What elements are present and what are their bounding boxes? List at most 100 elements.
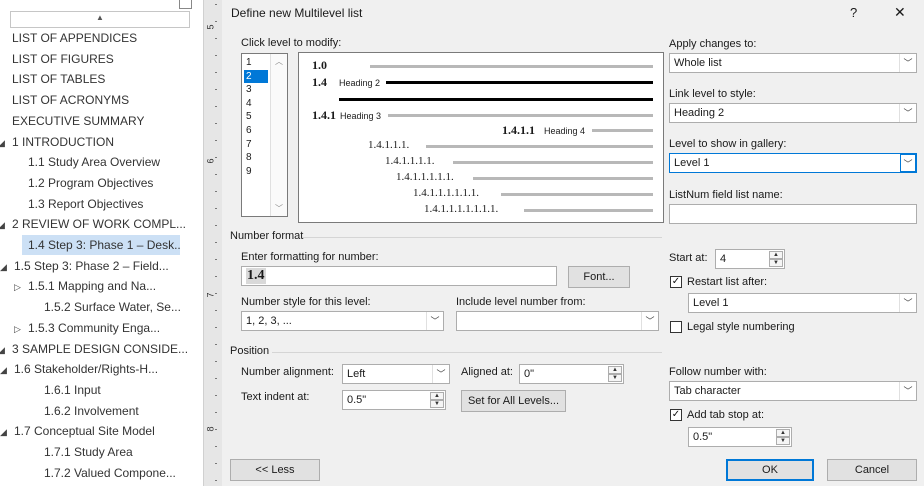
- nav-item[interactable]: LIST OF APPENDICES: [12, 28, 137, 48]
- nav-item[interactable]: 1.7.2 Valued Compone...: [44, 463, 176, 483]
- level-option[interactable]: 9: [244, 165, 268, 178]
- ok-button[interactable]: OK: [726, 459, 814, 481]
- nav-item[interactable]: LIST OF FIGURES: [12, 49, 114, 69]
- number-alignment-dropdown[interactable]: Left ﹀: [342, 364, 450, 384]
- nav-item[interactable]: 1.1 Study Area Overview: [28, 152, 160, 172]
- set-for-all-levels-button[interactable]: Set for All Levels...: [461, 390, 566, 412]
- level-option[interactable]: 2: [244, 69, 268, 83]
- scroll-down-icon[interactable]: ﹀: [271, 203, 287, 214]
- collapse-arrow-icon[interactable]: ▲: [11, 13, 189, 22]
- preview-level3-text: Heading 3: [340, 111, 382, 121]
- nav-item[interactable]: ◢ 3 SAMPLE DESIGN CONSIDE...: [0, 339, 188, 359]
- nav-item[interactable]: ◢ 1 INTRODUCTION: [0, 132, 114, 152]
- collapse-arrow-icon[interactable]: ◢: [0, 360, 14, 379]
- collapse-arrow-icon[interactable]: ◢: [0, 422, 14, 441]
- scroll-up-icon[interactable]: ︿: [271, 56, 287, 67]
- chevron-down-icon[interactable]: ﹀: [899, 294, 916, 312]
- nav-search-box[interactable]: ▲: [10, 11, 190, 28]
- chevron-down-icon[interactable]: ﹀: [900, 154, 916, 172]
- spin-up-icon[interactable]: ▲: [776, 429, 790, 437]
- chevron-down-icon[interactable]: ﹀: [641, 312, 658, 330]
- chevron-down-icon[interactable]: ﹀: [899, 382, 916, 400]
- preview-line: [388, 114, 653, 117]
- chevron-down-icon[interactable]: ﹀: [426, 312, 443, 330]
- nav-item-label: 1.1 Study Area Overview: [28, 155, 161, 170]
- level-option[interactable]: 7: [244, 138, 268, 151]
- chevron-down-icon[interactable]: ﹀: [432, 365, 449, 383]
- help-button[interactable]: ?: [850, 5, 857, 20]
- level-option[interactable]: 5: [244, 110, 268, 123]
- level-option[interactable]: 4: [244, 97, 268, 110]
- level-list[interactable]: 123456789 ︿ ﹀: [241, 53, 288, 217]
- tab-stop-spinner[interactable]: ▲ ▼: [776, 429, 790, 445]
- link-level-dropdown[interactable]: Heading 2 ﹀: [669, 103, 917, 123]
- number-style-dropdown[interactable]: 1, 2, 3, ... ﹀: [241, 311, 444, 331]
- nav-item[interactable]: ◢ 1.7 Conceptual Site Model: [0, 421, 155, 441]
- nav-item[interactable]: ◢ 1.6 Stakeholder/Rights-H...: [0, 359, 158, 379]
- restart-after-dropdown[interactable]: Level 1 ﹀: [688, 293, 917, 313]
- follow-number-dropdown[interactable]: Tab character ﹀: [669, 381, 917, 401]
- nav-item[interactable]: 1.7.1 Study Area: [44, 442, 133, 462]
- nav-item[interactable]: LIST OF ACRONYMS: [12, 90, 129, 110]
- level-option[interactable]: 6: [244, 124, 268, 137]
- nav-item[interactable]: 1.6.1 Input: [44, 380, 101, 400]
- spin-down-icon[interactable]: ▼: [776, 437, 790, 445]
- nav-item[interactable]: ◢ 2 REVIEW OF WORK COMPL...: [0, 214, 186, 234]
- number-style-label: Number style for this level:: [241, 296, 371, 308]
- nav-item[interactable]: ▷ 1.5.3 Community Enga...: [14, 318, 160, 338]
- link-level-label: Link level to style:: [669, 88, 756, 100]
- nav-item[interactable]: 1.5.2 Surface Water, Se...: [44, 297, 181, 317]
- spin-down-icon[interactable]: ▼: [608, 374, 622, 382]
- font-button[interactable]: Font...: [568, 266, 630, 288]
- level-option[interactable]: 3: [244, 83, 268, 96]
- nav-item-label: 1.5.1 Mapping and Na...: [28, 279, 157, 294]
- text-indent-spinner[interactable]: ▲ ▼: [430, 392, 444, 408]
- level-list-scrollbar[interactable]: ︿ ﹀: [270, 54, 287, 216]
- chevron-down-icon[interactable]: ﹀: [899, 104, 916, 122]
- text-indent-input[interactable]: 0.5" ▲ ▼: [342, 390, 446, 410]
- listnum-input[interactable]: [669, 204, 917, 224]
- collapse-arrow-icon[interactable]: ◢: [0, 133, 12, 152]
- preview-level6-number: 1.4.1.1.1.1.: [385, 155, 435, 167]
- pane-checkbox[interactable]: [179, 0, 192, 9]
- chevron-down-icon[interactable]: ﹀: [899, 54, 916, 72]
- apply-changes-dropdown[interactable]: Whole list ﹀: [669, 53, 917, 73]
- spin-down-icon[interactable]: ▼: [769, 259, 783, 267]
- tab-stop-input[interactable]: 0.5" ▲ ▼: [688, 427, 792, 447]
- spin-up-icon[interactable]: ▲: [769, 251, 783, 259]
- start-at-input[interactable]: 4 ▲ ▼: [715, 249, 785, 269]
- ruler-tick: [215, 293, 217, 294]
- include-level-dropdown[interactable]: ﹀: [456, 311, 659, 331]
- nav-item[interactable]: ▷ 1.5.1 Mapping and Na...: [14, 276, 156, 296]
- add-tab-stop-checkbox[interactable]: ✓: [670, 409, 682, 421]
- legal-style-checkbox[interactable]: [670, 321, 682, 333]
- level-option[interactable]: 1: [244, 56, 268, 69]
- nav-item[interactable]: 1.6.2 Involvement: [44, 401, 139, 421]
- nav-item[interactable]: LIST OF TABLES: [12, 69, 105, 89]
- number-format-input[interactable]: 1.4: [241, 266, 557, 286]
- aligned-at-input[interactable]: 0" ▲ ▼: [519, 364, 624, 384]
- nav-item[interactable]: 1.2 Program Objectives: [28, 173, 153, 193]
- expand-arrow-icon[interactable]: ▷: [14, 277, 28, 296]
- cancel-button[interactable]: Cancel: [827, 459, 917, 481]
- nav-item[interactable]: ◢ 1.5 Step 3: Phase 2 – Field...: [0, 256, 169, 276]
- preview-level2-text: Heading 2: [339, 78, 381, 88]
- nav-item[interactable]: 1.3 Report Objectives: [28, 194, 143, 214]
- nav-item[interactable]: 1.4 Step 3: Phase 1 – Desk...: [22, 235, 180, 255]
- restart-list-checkbox[interactable]: ✓: [670, 276, 682, 288]
- level-option[interactable]: 8: [244, 151, 268, 164]
- less-button[interactable]: << Less: [230, 459, 320, 481]
- gallery-level-dropdown[interactable]: Level 1 ﹀: [669, 153, 917, 173]
- spin-down-icon[interactable]: ▼: [430, 400, 444, 408]
- collapse-arrow-icon[interactable]: ◢: [0, 340, 12, 359]
- spin-up-icon[interactable]: ▲: [430, 392, 444, 400]
- aligned-at-spinner[interactable]: ▲ ▼: [608, 366, 622, 382]
- close-icon[interactable]: ✕: [894, 4, 906, 21]
- expand-arrow-icon[interactable]: ▷: [14, 319, 28, 338]
- position-heading: Position: [230, 345, 270, 357]
- spin-up-icon[interactable]: ▲: [608, 366, 622, 374]
- nav-item[interactable]: EXECUTIVE SUMMARY: [12, 111, 144, 131]
- start-at-spinner[interactable]: ▲ ▼: [769, 251, 783, 267]
- collapse-arrow-icon[interactable]: ◢: [0, 257, 14, 276]
- collapse-arrow-icon[interactable]: ◢: [0, 215, 12, 234]
